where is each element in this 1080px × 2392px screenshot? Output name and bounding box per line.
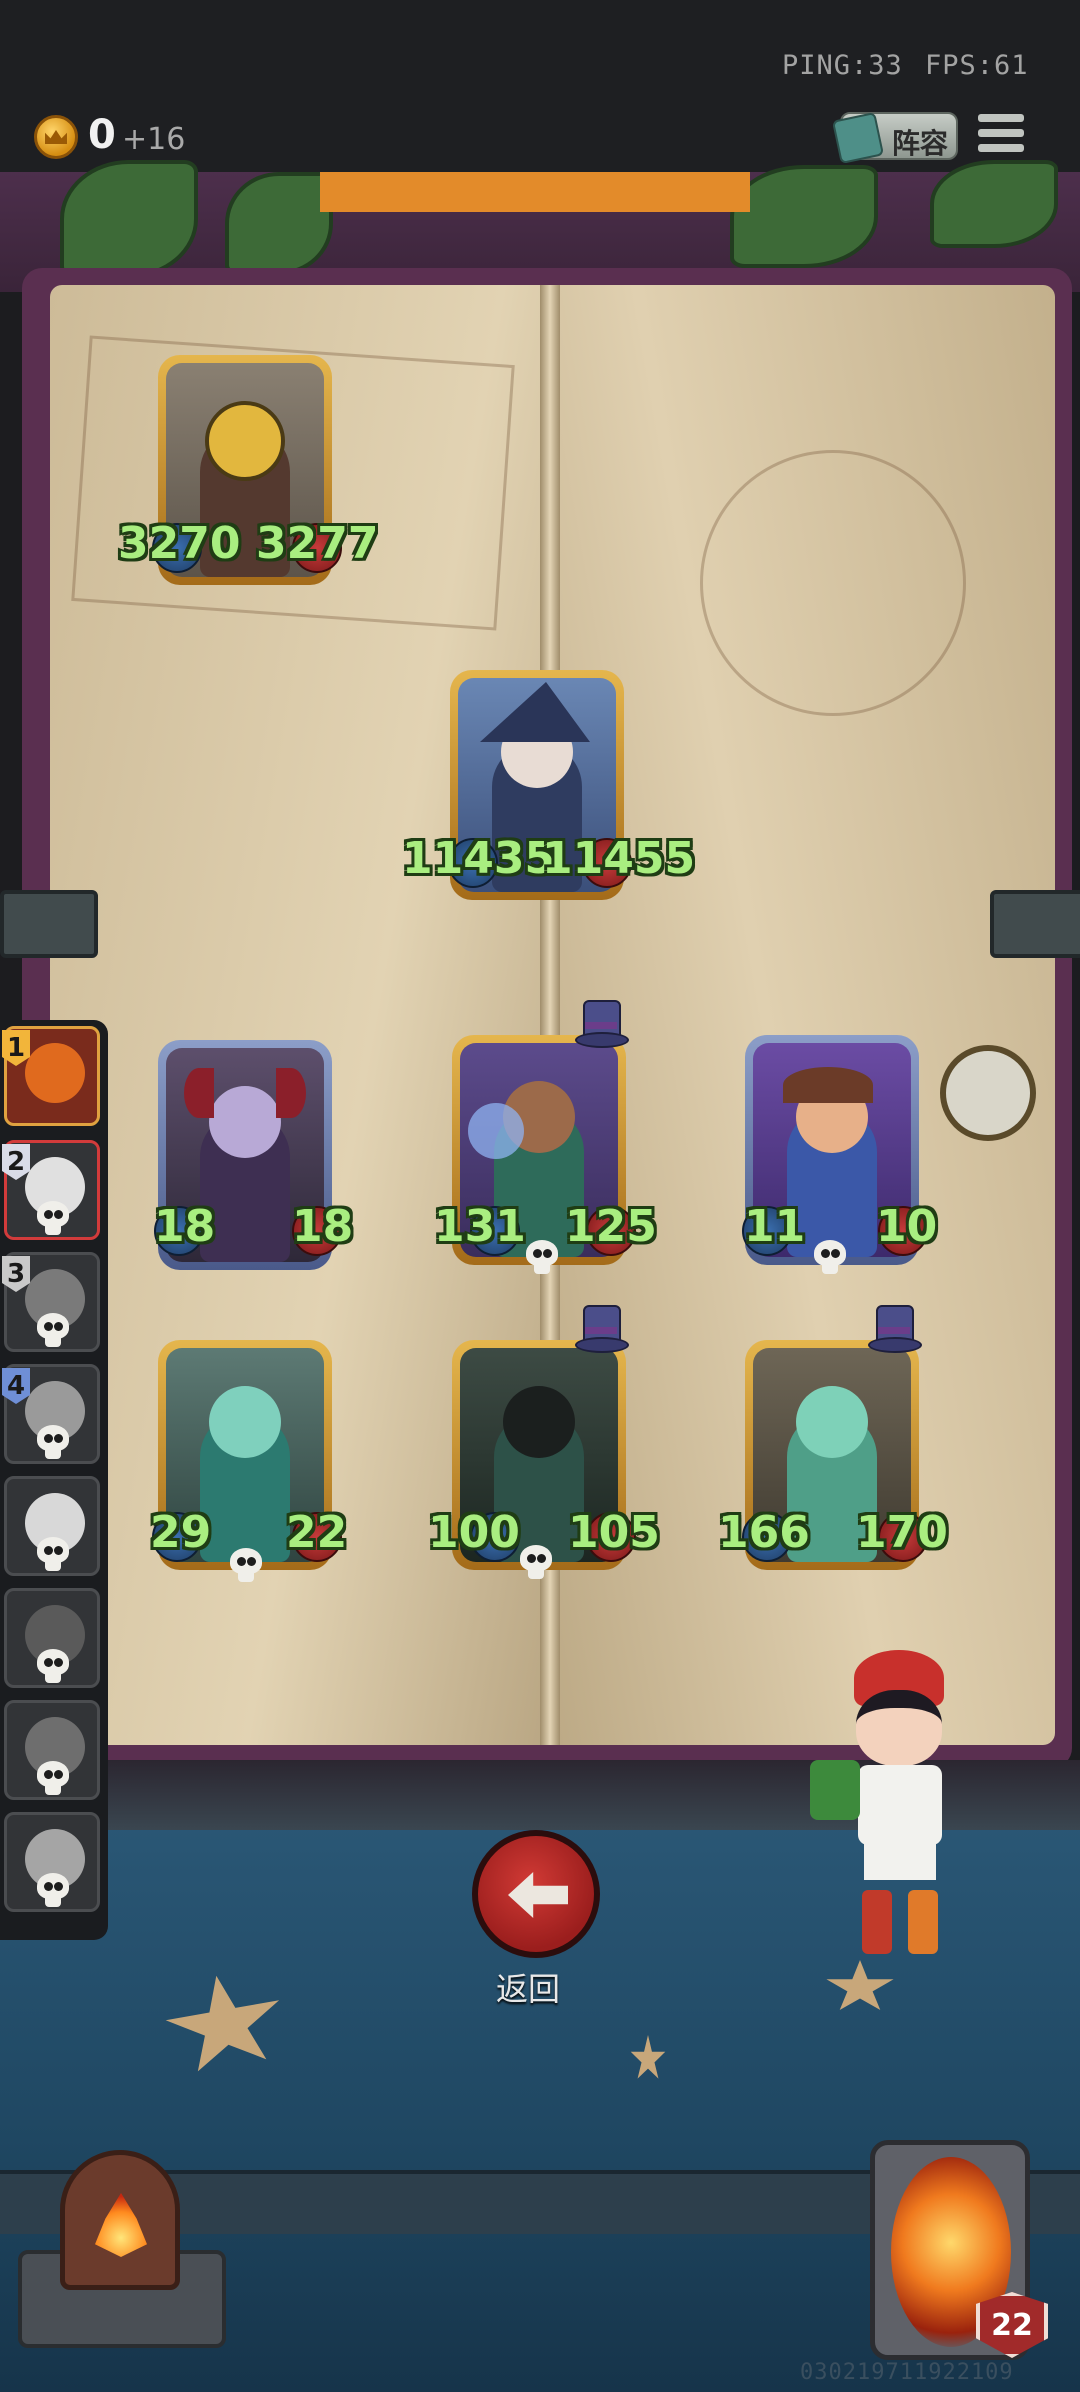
unit-attack: 11435: [402, 833, 556, 884]
menu-icon[interactable]: [978, 114, 1024, 160]
book-clasp-right: [990, 890, 1080, 958]
top-hat-icon: [868, 1305, 922, 1353]
gold-coin-icon: [34, 115, 78, 159]
back-label: 返回: [496, 1970, 561, 2008]
unit-health: 22: [286, 1507, 348, 1558]
furnace-button[interactable]: [60, 2150, 180, 2290]
arrow-left-icon: [508, 1872, 568, 1918]
unit-health: 18: [292, 1201, 354, 1252]
book-clasp-left: [0, 890, 98, 958]
unit-attack: 3270: [118, 518, 241, 569]
unit-health: 11455: [542, 833, 696, 884]
unit-attack: 166: [718, 1507, 810, 1558]
leaf-decoration: [60, 160, 198, 278]
unit-attack: 11: [744, 1201, 806, 1252]
lineup-button[interactable]: 阵容: [831, 111, 958, 165]
gold-amount: 0: [88, 112, 116, 158]
fps-readout: FPS:61: [925, 50, 1029, 81]
skull-icon: [812, 1240, 848, 1276]
player-avatar-character: [810, 1650, 970, 1970]
window-glow: [320, 172, 750, 212]
unit-health: 170: [856, 1507, 948, 1558]
unit-health: 3277: [256, 518, 379, 569]
ping-readout: PING:33: [782, 50, 903, 81]
unit-health: 10: [876, 1201, 938, 1252]
roster-slot[interactable]: [4, 1588, 100, 1688]
hero-level: 22: [991, 2308, 1033, 2343]
skull-icon: [228, 1548, 264, 1584]
roster-sidebar: 1 2 3 4: [0, 1020, 108, 1940]
user-id: 030219711922109: [800, 2360, 1014, 2385]
lineup-label: 阵容: [892, 127, 949, 160]
unit-attack: 131: [434, 1201, 526, 1252]
unit-attack: 29: [150, 1507, 212, 1558]
unit-attack: 100: [428, 1507, 520, 1558]
skull-gear-icon: [518, 1545, 554, 1581]
roster-slot[interactable]: [4, 1476, 100, 1576]
leaf-decoration: [225, 172, 333, 275]
top-hat-icon: [575, 1305, 629, 1353]
book-icon: [831, 111, 885, 165]
pocket-watch-icon: [940, 1045, 1036, 1141]
leaf-decoration: [730, 165, 878, 268]
unit-attack: 18: [154, 1201, 216, 1252]
fire-icon: [95, 2193, 147, 2257]
back-button[interactable]: [472, 1830, 600, 1958]
gold-income: +16: [122, 122, 186, 157]
top-bar: PING:33 FPS:61 0 +16 阵容: [0, 0, 1080, 172]
roster-slot[interactable]: [4, 1812, 100, 1912]
leaf-decoration: [930, 160, 1058, 248]
game-screen: PING:33 FPS:61 0 +16 阵容 3270 3277 11435 …: [0, 0, 1080, 2392]
roster-slot[interactable]: [4, 1700, 100, 1800]
top-hat-icon: [575, 1000, 629, 1048]
unit-health: 105: [568, 1507, 660, 1558]
unit-health: 125: [565, 1201, 657, 1252]
skull-icon: [524, 1240, 560, 1276]
moon-sketch: [700, 450, 966, 716]
